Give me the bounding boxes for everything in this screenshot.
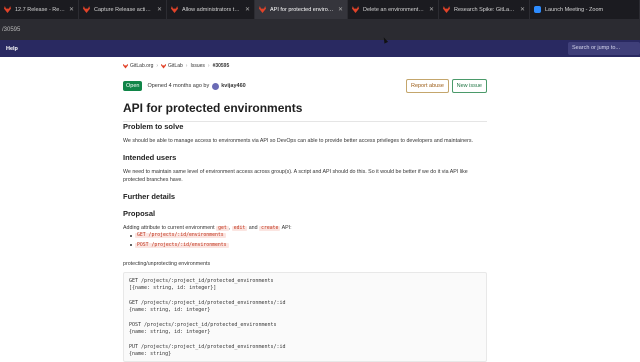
gitlab-icon	[352, 6, 359, 13]
report-abuse-button[interactable]: Report abuse	[405, 79, 449, 93]
chevron-right-icon: ›	[185, 63, 188, 69]
proposal-heading: Proposal	[123, 209, 156, 218]
author-link[interactable]: kvijay460	[221, 83, 245, 89]
problem-text: We should be able to manage access to en…	[123, 138, 473, 144]
gitlab-icon	[123, 63, 128, 69]
problem-heading: Problem to solve	[123, 122, 184, 131]
tab-title: Capture Release actions in the	[94, 6, 153, 13]
list-item: POST /projects/:id/environments	[130, 241, 229, 251]
api-text: API:	[281, 225, 292, 231]
code-block: GET /projects/:project_id/protected_envi…	[123, 272, 487, 362]
close-icon[interactable]: ✕	[429, 6, 434, 13]
tab-title: Launch Meeting - Zoom	[545, 6, 604, 13]
new-issue-button[interactable]: New issue	[451, 79, 487, 93]
endpoint-code: GET /projects/:id/environments	[135, 233, 226, 238]
breadcrumb-issues[interactable]: Issues	[190, 63, 204, 69]
close-icon[interactable]: ✕	[245, 6, 250, 13]
avatar[interactable]	[212, 82, 220, 90]
breadcrumb-project[interactable]: GitLab	[168, 63, 183, 69]
protecting-text: protecting/unprotecting environments	[123, 261, 211, 267]
code-create: create	[259, 226, 281, 231]
browser-tab[interactable]: Capture Release actions in the ✕	[79, 0, 167, 19]
gitlab-icon	[443, 6, 450, 13]
close-icon[interactable]: ✕	[338, 6, 343, 13]
code-edit: edit	[231, 226, 248, 231]
page-title: API for protected environments	[123, 101, 303, 115]
gitlab-icon	[171, 6, 178, 13]
gitlab-icon	[4, 6, 11, 13]
further-heading: Further details	[123, 192, 176, 201]
endpoint-code: POST /projects/:id/environments	[135, 242, 229, 248]
issue-meta: Opened 4 months ago by kvijay460	[147, 82, 246, 90]
tab-title: Allow administrators to disable	[182, 6, 241, 13]
gitlab-icon	[161, 63, 167, 69]
tab-title: API for protected environments	[270, 6, 334, 13]
gitlab-icon	[83, 6, 90, 13]
breadcrumb-group[interactable]: GitLab.org	[130, 63, 153, 69]
tab-title: 12.7 Release - Release Manage	[15, 6, 65, 13]
search-input[interactable]: Search or jump to...	[568, 42, 640, 55]
browser-tab-active[interactable]: API for protected environments ✕	[255, 0, 348, 19]
gitlab-top-nav: Help Search or jump to...	[0, 40, 640, 57]
tab-title: Research Spike: GitLab Pages a	[454, 6, 516, 13]
address-bar[interactable]: /30595	[0, 19, 640, 40]
tab-title: Delete an environment via UI (#	[363, 6, 425, 13]
browser-tab-bar: 12.7 Release - Release Manage ✕ Capture …	[0, 0, 640, 19]
issue-description: Problem to solve We should be able to ma…	[123, 121, 487, 231]
gitlab-icon	[259, 6, 266, 13]
browser-tab[interactable]: Launch Meeting - Zoom	[530, 0, 640, 19]
address-text: /30595	[2, 26, 21, 33]
browser-tab[interactable]: 12.7 Release - Release Manage ✕	[0, 0, 79, 19]
zoom-icon	[534, 6, 541, 13]
users-text: We need to maintain same level of enviro…	[123, 169, 468, 183]
browser-tab[interactable]: Allow administrators to disable ✕	[167, 0, 255, 19]
browser-tab[interactable]: Research Spike: GitLab Pages a ✕	[439, 0, 530, 19]
and-text: and	[248, 225, 258, 231]
status-badge: Open	[123, 81, 143, 91]
breadcrumb-current[interactable]: #30595	[213, 63, 230, 69]
chevron-right-icon: ›	[156, 63, 159, 69]
issue-header: Open Opened 4 months ago by kvijay460 Re…	[123, 79, 487, 93]
close-icon[interactable]: ✕	[157, 6, 162, 13]
close-icon[interactable]: ✕	[69, 6, 74, 13]
help-link[interactable]: Help	[6, 46, 18, 52]
list-item: GET /projects/:id/environments	[130, 231, 229, 241]
opened-text: Opened 4 months ago by	[147, 83, 210, 89]
close-icon[interactable]: ✕	[520, 6, 525, 13]
chevron-right-icon: ›	[207, 63, 210, 69]
breadcrumb: GitLab.org › GitLab › Issues › #30595	[123, 63, 229, 69]
endpoint-list: GET /projects/:id/environments POST /pro…	[130, 231, 229, 250]
users-heading: Intended users	[123, 153, 177, 162]
browser-tab[interactable]: Delete an environment via UI (# ✕	[348, 0, 439, 19]
